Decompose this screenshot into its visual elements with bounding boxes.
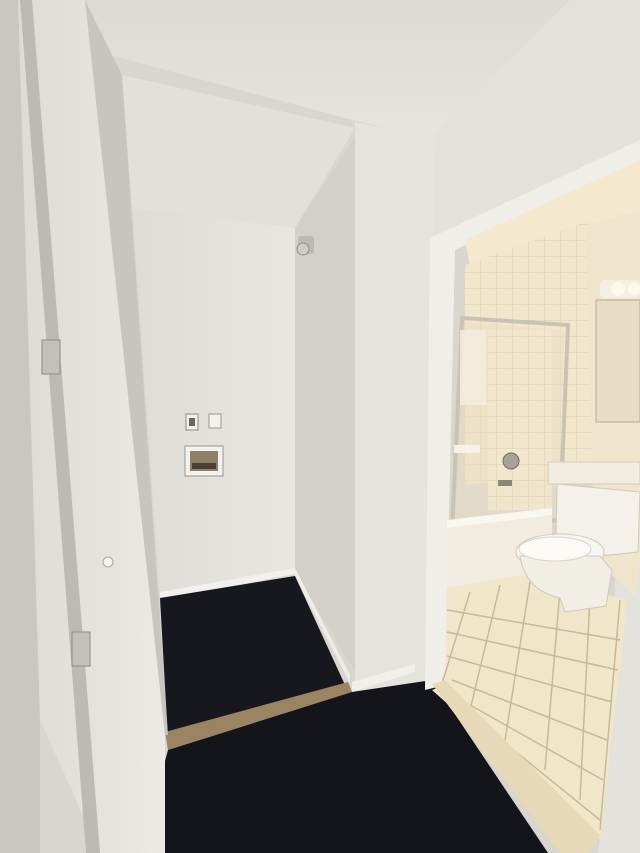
tub-spout-icon xyxy=(498,480,512,486)
washer-box-pipe xyxy=(192,463,216,469)
closet-back-wall xyxy=(132,208,295,600)
towel-bar xyxy=(454,445,480,453)
toilet-seat xyxy=(518,536,592,562)
mirror-icon xyxy=(595,299,640,423)
door-knob-hole-icon xyxy=(102,556,114,568)
vent-cap xyxy=(296,242,310,256)
vanity-counter xyxy=(547,461,640,485)
water-valve-icon xyxy=(208,413,222,429)
hallway-wall-section xyxy=(355,122,435,690)
photo-scene xyxy=(0,0,640,853)
shower-tile-back xyxy=(488,330,552,510)
door-hinge-icon xyxy=(41,339,61,375)
light-bulb-icon-2 xyxy=(628,283,640,295)
light-bulb-icon xyxy=(611,282,625,296)
outlet-face xyxy=(189,418,195,426)
shower-reflection xyxy=(460,330,486,405)
shower-valve-icon xyxy=(502,452,520,470)
scene-canvas xyxy=(0,0,640,853)
door-hinge-icon-2 xyxy=(71,631,91,667)
